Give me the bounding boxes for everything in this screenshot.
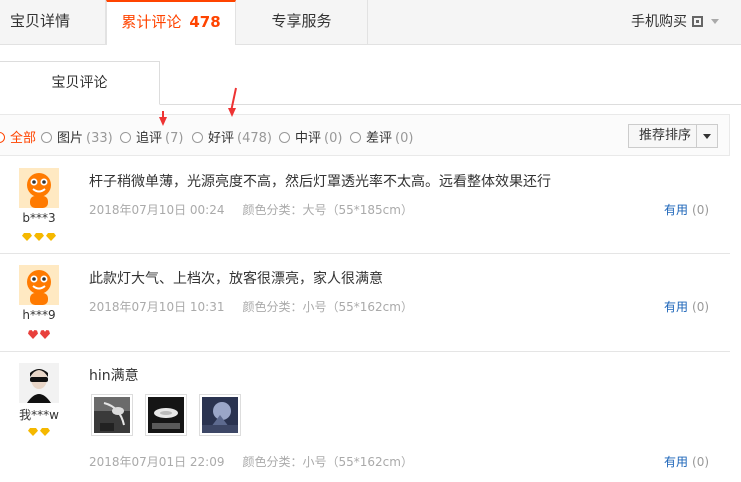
tab-reviews[interactable]: 累计评论 478 — [106, 0, 236, 45]
review-spec: 颜色分类：小号（55*162cm） — [242, 455, 413, 469]
filter-positive-label: 好评 — [208, 131, 235, 146]
review-date: 2018年07月01日 22:09 — [89, 455, 225, 469]
radio-icon — [350, 132, 361, 143]
chevron-down-icon — [711, 19, 719, 24]
review-text: hin满意 — [89, 368, 139, 384]
mobile-buy-label: 手机购买 — [631, 14, 687, 30]
sort-select-label: 推荐排序 — [639, 128, 692, 143]
useful-button[interactable]: 有用 (0) — [664, 201, 709, 218]
filter-negative-count: (0) — [395, 131, 414, 146]
useful-label: 有用 — [664, 203, 689, 217]
review-meta: 2018年07月10日 10:31 颜色分类：小号（55*162cm） — [89, 298, 413, 315]
tab-product-reviews[interactable]: 宝贝评论 — [0, 61, 160, 105]
radio-icon — [0, 132, 5, 143]
review-username: 我***w — [19, 408, 59, 422]
tab-service[interactable]: 专享服务 — [236, 0, 368, 44]
sort-select[interactable]: 推荐排序 — [628, 124, 718, 148]
heart-icon — [28, 330, 38, 339]
review-text: 杆子稍微单薄，光源亮度不高，然后灯罩透光率不太高。远看整体效果还行 — [89, 174, 551, 190]
filter-negative[interactable]: 差评 (0) — [350, 127, 413, 146]
qr-code-icon — [692, 16, 703, 27]
annotation-arrow-icon — [159, 117, 167, 126]
avatar — [19, 265, 59, 305]
radio-icon — [192, 132, 203, 143]
diamond-icon — [34, 233, 44, 241]
review-text: 此款灯大气、上档次，放客很漂亮，家人很满意 — [89, 271, 383, 287]
tab-service-label: 专享服务 — [271, 12, 332, 30]
user-level-badge — [0, 330, 78, 342]
review-date: 2018年07月10日 10:31 — [89, 300, 225, 314]
lamp-photo — [148, 397, 184, 433]
lamp-photo — [94, 397, 130, 433]
filter-positive[interactable]: 好评 (478) — [192, 127, 272, 146]
review-photo-thumbnail[interactable] — [199, 394, 241, 436]
review-row: b***3 杆子稍微单薄，光源亮度不高，然后灯罩透光率不太高。远看整体效果还行 … — [0, 157, 730, 254]
filter-followup[interactable]: 追评 (7) — [120, 127, 183, 146]
review-row: 我***w hin满意 2018年07月01日 22:09 颜色分类：小号（55*… — [0, 352, 730, 482]
filter-negative-label: 差评 — [366, 131, 393, 146]
filter-all-label: 全部 — [10, 131, 37, 146]
radio-icon — [279, 132, 290, 143]
filter-images[interactable]: 图片 (33) — [41, 127, 113, 146]
avatar — [19, 363, 59, 403]
useful-count: (0) — [692, 455, 710, 469]
filter-neutral-label: 中评 — [295, 131, 322, 146]
review-username: b***3 — [22, 211, 56, 225]
filter-neutral-count: (0) — [324, 131, 343, 146]
filter-all[interactable]: 全部 — [0, 127, 36, 146]
diamond-icon — [40, 428, 50, 436]
tab-item-detail-label: 宝贝详情 — [10, 12, 71, 30]
tab-product-reviews-label: 宝贝评论 — [51, 75, 108, 91]
reviews-count: 478 — [189, 13, 221, 31]
filter-neutral[interactable]: 中评 (0) — [279, 127, 342, 146]
annotation-arrow-icon — [228, 108, 236, 117]
review-date: 2018年07月10日 00:24 — [89, 203, 225, 217]
review-row: h***9 此款灯大气、上档次，放客很漂亮，家人很满意 2018年07月10日 … — [0, 254, 730, 352]
chevron-down-icon[interactable] — [696, 125, 717, 147]
user-level-badge — [0, 233, 78, 244]
useful-button[interactable]: 有用 (0) — [664, 453, 709, 470]
user-level-badge — [0, 428, 78, 439]
radio-icon — [41, 132, 52, 143]
filter-images-count: (33) — [86, 131, 113, 146]
diamond-icon — [28, 428, 38, 436]
review-username: h***9 — [22, 308, 56, 322]
lamp-photo — [202, 397, 238, 433]
tab-item-detail[interactable]: 宝贝详情 — [0, 0, 106, 44]
radio-icon — [120, 132, 131, 143]
review-meta: 2018年07月01日 22:09 颜色分类：小号（55*162cm） — [89, 453, 413, 470]
filter-images-label: 图片 — [57, 131, 84, 146]
review-photo-thumbnail[interactable] — [91, 394, 133, 436]
filter-followup-label: 追评 — [136, 131, 163, 146]
heart-icon — [40, 330, 50, 339]
review-meta: 2018年07月10日 00:24 颜色分类：大号（55*185cm） — [89, 201, 413, 218]
useful-label: 有用 — [664, 455, 689, 469]
useful-count: (0) — [692, 203, 710, 217]
review-spec: 颜色分类：小号（55*162cm） — [242, 300, 413, 314]
diamond-icon — [46, 233, 56, 241]
filter-positive-count: (478) — [237, 131, 272, 146]
review-spec: 颜色分类：大号（55*185cm） — [242, 203, 413, 217]
tab-reviews-label: 累计评论 — [121, 13, 182, 31]
useful-count: (0) — [692, 300, 710, 314]
filter-followup-count: (7) — [165, 131, 184, 146]
top-tab-bar: 宝贝详情 累计评论 478 专享服务 手机购买 — [0, 0, 741, 45]
useful-label: 有用 — [664, 300, 689, 314]
diamond-icon — [22, 233, 32, 241]
review-photo-thumbnail[interactable] — [145, 394, 187, 436]
useful-button[interactable]: 有用 (0) — [664, 298, 709, 315]
avatar — [19, 168, 59, 208]
mobile-buy-link[interactable]: 手机购买 — [631, 0, 719, 44]
